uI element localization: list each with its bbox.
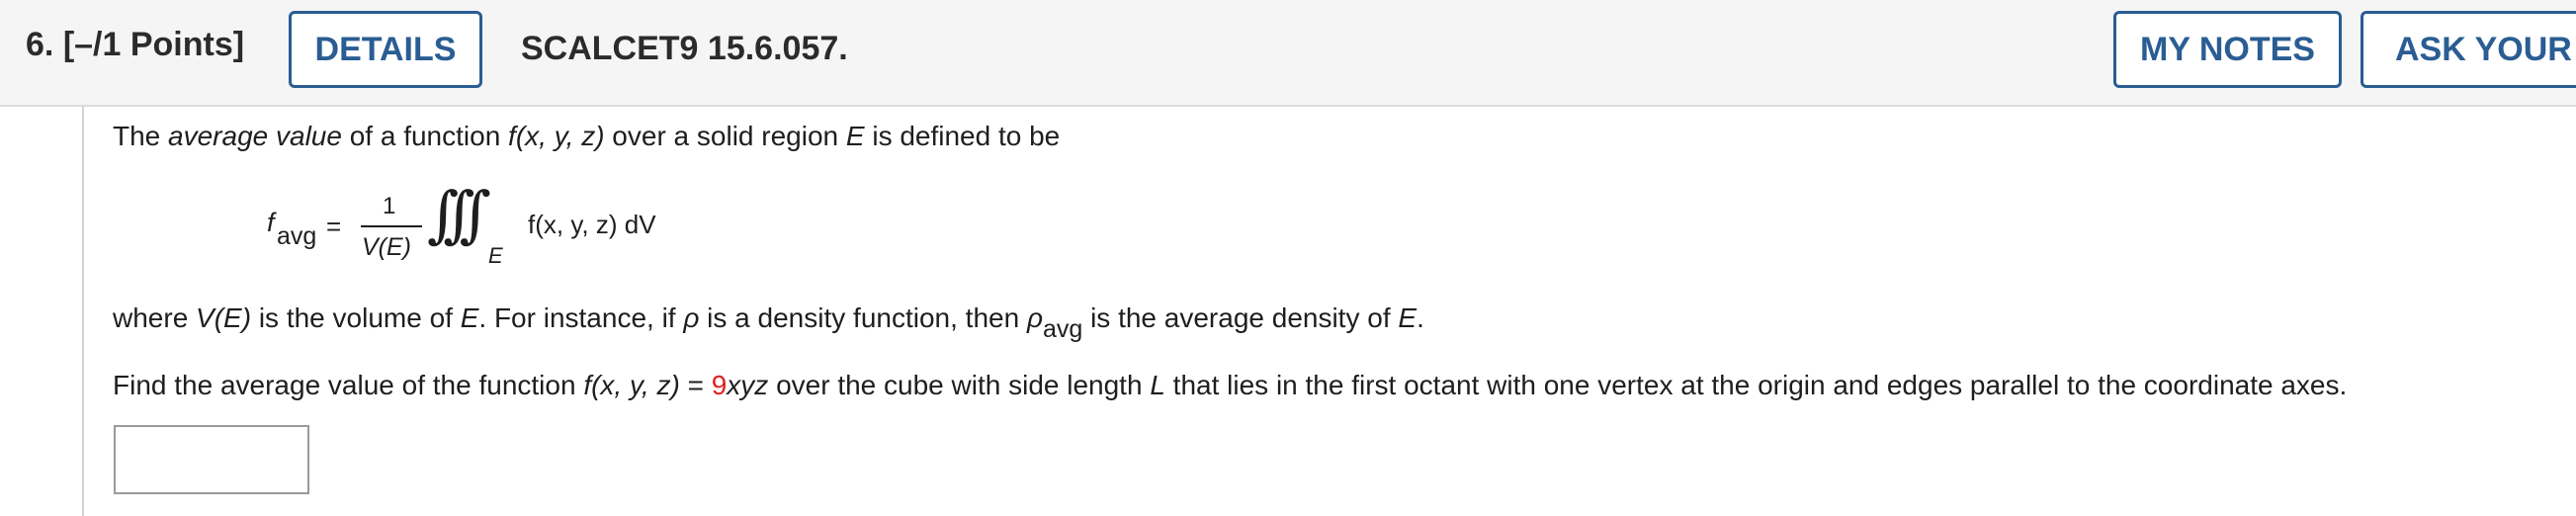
where-region-E-2: E [1398,302,1417,333]
formula-integral-region: E [488,243,503,268]
formula-numerator: 1 [383,193,396,219]
details-button[interactable]: DETAILS [289,11,482,88]
problem-task-line: Find the average value of the function f… [113,370,2347,401]
question-left-divider [82,107,84,516]
problem-where-line: where V(E) is the volume of E. For insta… [113,302,1424,343]
formula-lhs-subscript: avg [277,222,317,250]
problem-intro-line: The average value of a function f(x, y, … [113,121,1060,152]
formula-denominator: V(E) [362,233,411,261]
formula-triple-integral-sign: ∫∫∫ [427,178,491,250]
where-region-E: E [460,302,479,333]
question-number-text: 6. [26,26,54,63]
question-number: 6. [–/1 Points] [26,26,244,64]
where-volume-notation: V(E) [196,302,252,333]
task-side-length-L: L [1150,370,1165,400]
where-text-4: is a density function, then [699,302,1027,333]
task-text-3: that lies in the first octant with one v… [1164,370,2348,400]
answer-input[interactable] [114,425,309,494]
task-coefficient: 9 [711,370,728,400]
formula-fraction-bar [361,225,422,227]
question-code: SCALCET9 15.6.057. [521,30,848,67]
where-text-5: is the average density of [1082,302,1399,333]
task-function-notation: f(x, y, z) [583,370,680,400]
task-text-1: Find the average value of the function [113,370,584,400]
question-header: 6. [–/1 Points] DETAILS SCALCET9 15.6.05… [0,0,2576,107]
intro-text-1: The [113,121,169,151]
where-text-6: . [1417,302,1424,333]
task-equals: = [679,370,712,400]
formula-lhs-f: f [267,208,275,237]
where-text-3: . For instance, if [478,302,684,333]
where-text-2: is the volume of [251,302,461,333]
intro-text-2: of a function [341,121,509,151]
intro-text-3: over a solid region [604,121,846,151]
task-xyz: xyz [727,370,769,400]
my-notes-button[interactable]: MY NOTES [2113,11,2342,88]
intro-function-notation: f(x, y, z) [508,121,605,151]
where-rho-avg-symbol: ρ [1026,302,1043,333]
where-rho-symbol: ρ [683,302,700,333]
task-text-2: over the cube with side length [768,370,1151,400]
formula-equals: = [326,212,342,241]
intro-region-E: E [845,121,865,151]
ask-your-teacher-button[interactable]: ASK YOUR T [2361,11,2576,88]
where-rho-avg-subscript: avg [1042,315,1083,343]
intro-text-4: is defined to be [864,121,1061,151]
points-label: [–/1 Points] [62,26,245,63]
formula-integrand: f(x, y, z) dV [528,210,656,239]
where-text-1: where [113,302,197,333]
intro-average-value-emphasis: average value [168,121,342,151]
